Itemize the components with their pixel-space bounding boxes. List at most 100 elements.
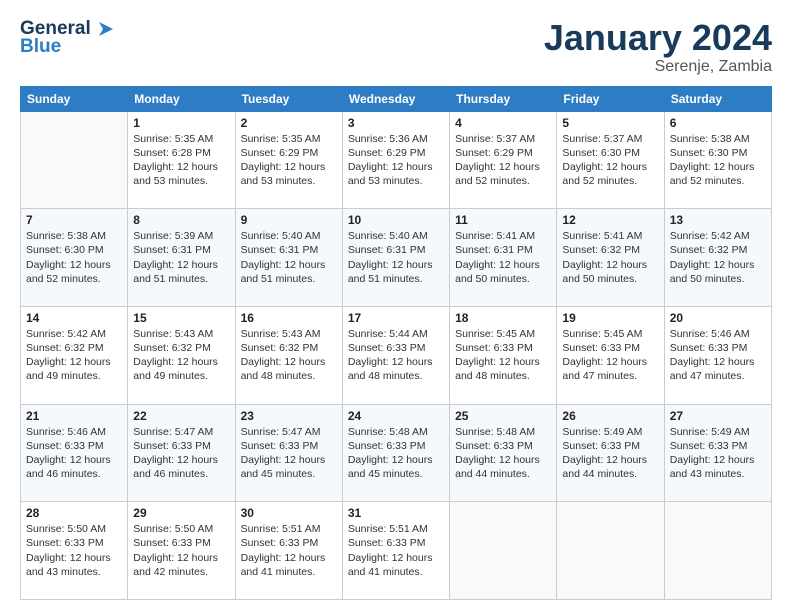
table-row: 13Sunrise: 5:42 AMSunset: 6:32 PMDayligh… xyxy=(664,209,771,307)
day-number: 18 xyxy=(455,311,551,325)
day-info: Sunrise: 5:37 AMSunset: 6:29 PMDaylight:… xyxy=(455,132,551,189)
day-number: 11 xyxy=(455,213,551,227)
day-info: Sunrise: 5:37 AMSunset: 6:30 PMDaylight:… xyxy=(562,132,658,189)
col-saturday: Saturday xyxy=(664,86,771,111)
day-info: Sunrise: 5:47 AMSunset: 6:33 PMDaylight:… xyxy=(133,425,229,482)
day-info: Sunrise: 5:38 AMSunset: 6:30 PMDaylight:… xyxy=(670,132,766,189)
day-info: Sunrise: 5:40 AMSunset: 6:31 PMDaylight:… xyxy=(348,229,444,286)
table-row: 9 Sunrise: 5:40 AMSunset: 6:31 PMDaylight… xyxy=(235,209,342,307)
calendar-week-row: 1Sunrise: 5:35 AMSunset: 6:28 PMDaylight… xyxy=(21,111,772,209)
day-number: 10 xyxy=(348,213,444,227)
table-row: 31 Sunrise: 5:51 AMSunset: 6:33 PMDayligh… xyxy=(342,502,449,600)
table-row: 24 Sunrise: 5:48 AMSunset: 6:33 PMDayligh… xyxy=(342,404,449,502)
day-number: 24 xyxy=(348,409,444,423)
day-info: Sunrise: 5:40 AMSunset: 6:31 PMDaylight:… xyxy=(241,229,337,286)
day-info: Sunrise: 5:50 AMSunset: 6:33 PMDaylight:… xyxy=(26,522,122,579)
day-number: 9 xyxy=(241,213,337,227)
col-monday: Monday xyxy=(128,86,235,111)
title-section: January 2024 Serenje, Zambia xyxy=(544,18,772,76)
table-row: 2Sunrise: 5:35 AMSunset: 6:29 PMDaylight… xyxy=(235,111,342,209)
table-row xyxy=(21,111,128,209)
day-number: 12 xyxy=(562,213,658,227)
day-info: Sunrise: 5:35 AMSunset: 6:28 PMDaylight:… xyxy=(133,132,229,189)
day-number: 6 xyxy=(670,116,766,130)
day-info: Sunrise: 5:42 AMSunset: 6:32 PMDaylight:… xyxy=(670,229,766,286)
table-row: 10 Sunrise: 5:40 AMSunset: 6:31 PMDayligh… xyxy=(342,209,449,307)
day-info: Sunrise: 5:51 AMSunset: 6:33 PMDaylight:… xyxy=(241,522,337,579)
table-row: 19 Sunrise: 5:45 AMSunset: 6:33 PMDayligh… xyxy=(557,306,664,404)
logo-arrow-icon xyxy=(93,18,115,40)
day-number: 4 xyxy=(455,116,551,130)
calendar-table: Sunday Monday Tuesday Wednesday Thursday… xyxy=(20,86,772,600)
col-sunday: Sunday xyxy=(21,86,128,111)
calendar-header-row: Sunday Monday Tuesday Wednesday Thursday… xyxy=(21,86,772,111)
table-row: 22Sunrise: 5:47 AMSunset: 6:33 PMDayligh… xyxy=(128,404,235,502)
logo-blue: Blue xyxy=(20,36,61,58)
day-info: Sunrise: 5:43 AMSunset: 6:32 PMDaylight:… xyxy=(241,327,337,384)
header: General Blue January 2024 Serenje, Zambi… xyxy=(20,18,772,76)
day-info: Sunrise: 5:41 AMSunset: 6:31 PMDaylight:… xyxy=(455,229,551,286)
table-row xyxy=(450,502,557,600)
day-info: Sunrise: 5:42 AMSunset: 6:32 PMDaylight:… xyxy=(26,327,122,384)
day-info: Sunrise: 5:46 AMSunset: 6:33 PMDaylight:… xyxy=(670,327,766,384)
day-info: Sunrise: 5:36 AMSunset: 6:29 PMDaylight:… xyxy=(348,132,444,189)
table-row: 16 Sunrise: 5:43 AMSunset: 6:32 PMDayligh… xyxy=(235,306,342,404)
day-number: 20 xyxy=(670,311,766,325)
table-row: 26 Sunrise: 5:49 AMSunset: 6:33 PMDayligh… xyxy=(557,404,664,502)
calendar-week-row: 28Sunrise: 5:50 AMSunset: 6:33 PMDayligh… xyxy=(21,502,772,600)
col-thursday: Thursday xyxy=(450,86,557,111)
day-number: 14 xyxy=(26,311,122,325)
day-info: Sunrise: 5:46 AMSunset: 6:33 PMDaylight:… xyxy=(26,425,122,482)
col-wednesday: Wednesday xyxy=(342,86,449,111)
table-row xyxy=(557,502,664,600)
table-row: 27 Sunrise: 5:49 AMSunset: 6:33 PMDayligh… xyxy=(664,404,771,502)
day-info: Sunrise: 5:41 AMSunset: 6:32 PMDaylight:… xyxy=(562,229,658,286)
day-number: 30 xyxy=(241,506,337,520)
day-number: 17 xyxy=(348,311,444,325)
table-row: 20 Sunrise: 5:46 AMSunset: 6:33 PMDayligh… xyxy=(664,306,771,404)
day-number: 27 xyxy=(670,409,766,423)
table-row: 12 Sunrise: 5:41 AMSunset: 6:32 PMDayligh… xyxy=(557,209,664,307)
table-row: 7 Sunrise: 5:38 AMSunset: 6:30 PMDaylight… xyxy=(21,209,128,307)
col-friday: Friday xyxy=(557,86,664,111)
col-tuesday: Tuesday xyxy=(235,86,342,111)
day-info: Sunrise: 5:44 AMSunset: 6:33 PMDaylight:… xyxy=(348,327,444,384)
table-row: 29Sunrise: 5:50 AMSunset: 6:33 PMDayligh… xyxy=(128,502,235,600)
day-number: 31 xyxy=(348,506,444,520)
table-row: 15Sunrise: 5:43 AMSunset: 6:32 PMDayligh… xyxy=(128,306,235,404)
table-row: 18 Sunrise: 5:45 AMSunset: 6:33 PMDayligh… xyxy=(450,306,557,404)
table-row: 5 Sunrise: 5:37 AMSunset: 6:30 PMDaylight… xyxy=(557,111,664,209)
table-row: 6 Sunrise: 5:38 AMSunset: 6:30 PMDaylight… xyxy=(664,111,771,209)
table-row: 21 Sunrise: 5:46 AMSunset: 6:33 PMDayligh… xyxy=(21,404,128,502)
page: General Blue January 2024 Serenje, Zambi… xyxy=(0,0,792,612)
table-row: 4 Sunrise: 5:37 AMSunset: 6:29 PMDaylight… xyxy=(450,111,557,209)
table-row: 25Sunrise: 5:48 AMSunset: 6:33 PMDayligh… xyxy=(450,404,557,502)
day-number: 21 xyxy=(26,409,122,423)
day-info: Sunrise: 5:45 AMSunset: 6:33 PMDaylight:… xyxy=(562,327,658,384)
day-number: 7 xyxy=(26,213,122,227)
calendar-title: January 2024 xyxy=(544,18,772,58)
calendar-week-row: 21 Sunrise: 5:46 AMSunset: 6:33 PMDayligh… xyxy=(21,404,772,502)
day-info: Sunrise: 5:39 AMSunset: 6:31 PMDaylight:… xyxy=(133,229,229,286)
day-info: Sunrise: 5:48 AMSunset: 6:33 PMDaylight:… xyxy=(348,425,444,482)
day-number: 23 xyxy=(241,409,337,423)
day-number: 8 xyxy=(133,213,229,227)
table-row: 1Sunrise: 5:35 AMSunset: 6:28 PMDaylight… xyxy=(128,111,235,209)
table-row: 14 Sunrise: 5:42 AMSunset: 6:32 PMDayligh… xyxy=(21,306,128,404)
calendar-week-row: 14 Sunrise: 5:42 AMSunset: 6:32 PMDayligh… xyxy=(21,306,772,404)
day-info: Sunrise: 5:38 AMSunset: 6:30 PMDaylight:… xyxy=(26,229,122,286)
day-number: 16 xyxy=(241,311,337,325)
day-info: Sunrise: 5:49 AMSunset: 6:33 PMDaylight:… xyxy=(670,425,766,482)
table-row xyxy=(664,502,771,600)
day-number: 26 xyxy=(562,409,658,423)
day-info: Sunrise: 5:49 AMSunset: 6:33 PMDaylight:… xyxy=(562,425,658,482)
day-info: Sunrise: 5:45 AMSunset: 6:33 PMDaylight:… xyxy=(455,327,551,384)
table-row: 3Sunrise: 5:36 AMSunset: 6:29 PMDaylight… xyxy=(342,111,449,209)
logo: General Blue xyxy=(20,18,115,58)
day-number: 5 xyxy=(562,116,658,130)
day-number: 19 xyxy=(562,311,658,325)
day-info: Sunrise: 5:35 AMSunset: 6:29 PMDaylight:… xyxy=(241,132,337,189)
day-info: Sunrise: 5:51 AMSunset: 6:33 PMDaylight:… xyxy=(348,522,444,579)
table-row: 30 Sunrise: 5:51 AMSunset: 6:33 PMDayligh… xyxy=(235,502,342,600)
calendar-subtitle: Serenje, Zambia xyxy=(544,58,772,76)
